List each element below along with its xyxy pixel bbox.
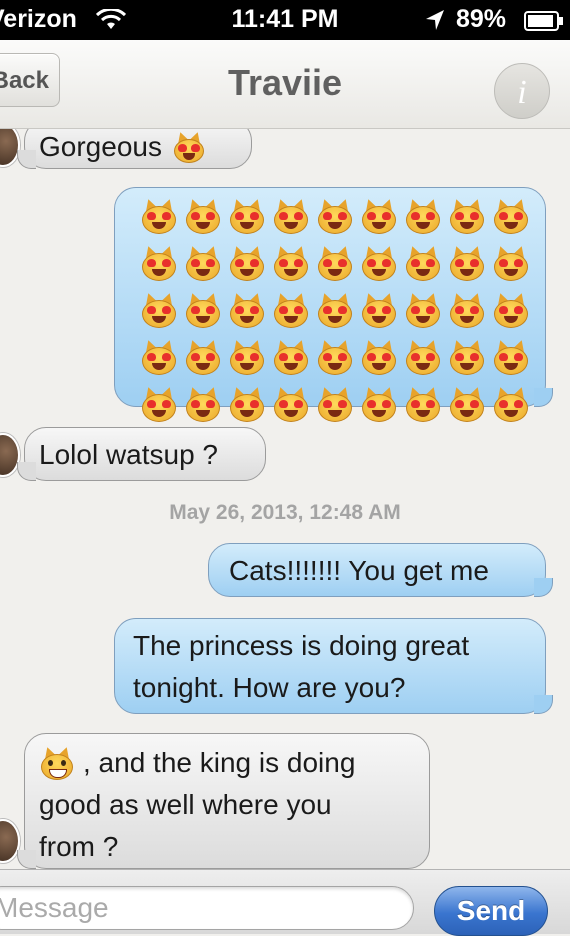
heart-eyes-cat-icon: [274, 385, 308, 422]
message-text: Cats!!!!!!! You get me: [229, 555, 489, 586]
heart-eyes-cat-icon: [318, 385, 352, 422]
nav-bar: Back Traviie i: [0, 40, 570, 129]
conversation-thread[interactable]: Gorgeous Lolol watsup ? May 26, 2013, 12…: [0, 129, 570, 869]
message-text-line: , and the king is doing: [83, 747, 356, 778]
heart-eyes-cat-icon: [362, 244, 396, 281]
message-text: Gorgeous: [39, 131, 162, 162]
info-button[interactable]: i: [494, 63, 550, 119]
heart-eyes-cat-icon: [230, 291, 264, 328]
heart-eyes-cat-icon: [406, 197, 440, 234]
message-bubble-outgoing[interactable]: The princess is doing great tonight. How…: [114, 618, 553, 714]
heart-eyes-cat-icon: [406, 291, 440, 328]
heart-eyes-cat-icon: [142, 338, 176, 375]
heart-eyes-cat-icon: [494, 385, 528, 422]
heart-eyes-cat-icon: [186, 338, 220, 375]
message-bubble-outgoing[interactable]: Cats!!!!!!! You get me: [208, 543, 553, 597]
heart-eyes-cat-icon: [406, 338, 440, 375]
heart-eyes-cat-icon: [362, 385, 396, 422]
heart-eyes-cat-icon: [494, 197, 528, 234]
heart-eyes-cat-icon: [362, 338, 396, 375]
avatar[interactable]: [0, 129, 20, 167]
heart-eyes-cat-icon: [362, 197, 396, 234]
heart-eyes-cat-icon: [142, 244, 176, 281]
heart-eyes-cat-icon: [450, 385, 484, 422]
heart-eyes-cat-icon: [142, 385, 176, 422]
heart-eyes-cat-icon: [450, 338, 484, 375]
message-input[interactable]: [0, 886, 414, 930]
heart-eyes-cat-icon: [230, 244, 264, 281]
heart-eyes-cat-icon: [318, 197, 352, 234]
heart-eyes-cat-icon: [318, 291, 352, 328]
battery-icon: [524, 11, 564, 36]
heart-eyes-cat-icon: [230, 385, 264, 422]
heart-eyes-cat-icon: [186, 385, 220, 422]
heart-eyes-cat-icon: [274, 244, 308, 281]
message-text-line: good as well where you: [39, 789, 332, 820]
composer-bar: Send: [0, 869, 570, 936]
heart-eyes-cat-icon: [186, 197, 220, 234]
heart-eyes-cat-icon: [406, 385, 440, 422]
emoji-grid: [137, 196, 533, 431]
heart-eyes-cat-icon: [142, 197, 176, 234]
message-text-line: from ?: [39, 831, 119, 862]
message-text-line: tonight. How are you?: [133, 672, 406, 703]
message-bubble-outgoing[interactable]: [114, 187, 553, 422]
location-arrow-icon: [424, 8, 446, 37]
heart-eyes-cat-icon: [362, 291, 396, 328]
heart-eyes-cat-icon: [318, 338, 352, 375]
heart-eyes-cat-icon: [230, 197, 264, 234]
message-bubble-incoming[interactable]: Gorgeous: [17, 129, 252, 169]
heart-eyes-cat-icon: [406, 244, 440, 281]
heart-eyes-cat-icon: [274, 197, 308, 234]
message-text: Lolol watsup ?: [39, 439, 219, 470]
heart-eyes-cat-icon: [494, 338, 528, 375]
info-icon: i: [517, 74, 526, 111]
status-bar: Verizon 11:41 PM 89%: [0, 0, 570, 40]
heart-eyes-cat-icon: [186, 244, 220, 281]
svg-text:i: i: [517, 74, 526, 111]
heart-eyes-cat-icon: [318, 244, 352, 281]
heart-eyes-cat-icon: [450, 244, 484, 281]
heart-eyes-cat-icon: [450, 291, 484, 328]
heart-eyes-cat-icon: [494, 244, 528, 281]
heart-eyes-cat-icon: [230, 338, 264, 375]
send-button[interactable]: Send: [434, 886, 548, 936]
contact-name-title: Traviie: [227, 62, 343, 103]
heart-eyes-cat-icon: [142, 291, 176, 328]
heart-eyes-cat-icon: [494, 291, 528, 328]
heart-eyes-cat-icon: [450, 197, 484, 234]
message-timestamp: May 26, 2013, 12:48 AM: [169, 501, 401, 524]
message-text-line: The princess is doing great: [133, 630, 470, 661]
heart-eyes-cat-icon: [274, 291, 308, 328]
message-bubble-incoming[interactable]: Lolol watsup ?: [17, 427, 266, 481]
heart-eyes-cat-icon: [186, 291, 220, 328]
message-bubble-incoming[interactable]: , and the king is doing good as well whe…: [17, 733, 430, 869]
heart-eyes-cat-icon: [274, 338, 308, 375]
battery-percent: 89%: [456, 5, 507, 33]
grinning-cat-icon: [41, 745, 73, 780]
heart-eyes-cat-icon: [173, 130, 204, 163]
